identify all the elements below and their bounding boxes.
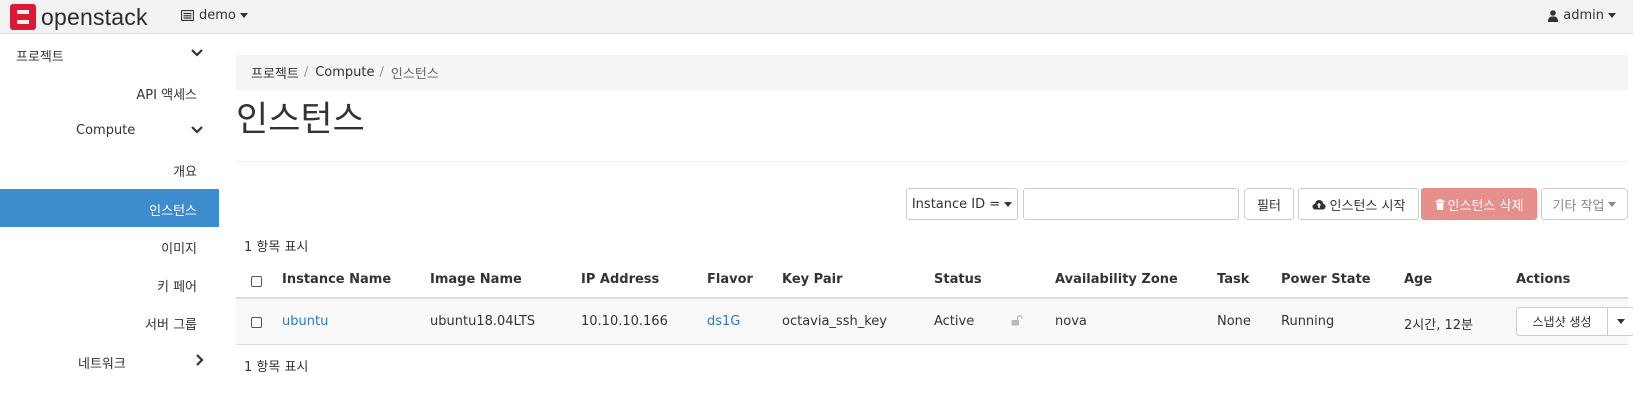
column-header: Actions	[1516, 272, 1571, 287]
create-snapshot-label: 스냅샷 생성	[1532, 315, 1592, 329]
caret-down-icon	[239, 13, 248, 18]
openstack-logo[interactable]: openstack	[10, 4, 148, 30]
column-header[interactable]: IP Address	[581, 272, 659, 287]
user-menu[interactable]: admin	[1548, 8, 1616, 23]
availability-zone-cell: nova	[1055, 314, 1087, 329]
status-cell: Active	[934, 314, 975, 329]
filter-field-select[interactable]: Instance ID =	[906, 188, 1018, 220]
item-count-bottom: 1 항목 표시	[244, 360, 309, 375]
sidebar-item-instances[interactable]: 인스턴스	[0, 189, 219, 227]
filter-input[interactable]	[1023, 188, 1239, 220]
table-row: ubuntu ubuntu18.04LTS 10.10.10.166 ds1G …	[236, 300, 1633, 345]
sidebar-item-label: 프로젝트	[16, 50, 64, 65]
trash-icon	[1435, 198, 1445, 210]
column-header[interactable]: Task	[1217, 272, 1249, 287]
breadcrumb-separator: /	[379, 65, 384, 80]
image-name-cell: ubuntu18.04LTS	[430, 314, 536, 329]
sidebar-item-label: API 액세스	[136, 88, 197, 103]
launch-instance-button[interactable]: 인스턴스 시작	[1298, 188, 1419, 220]
filter-field-label: Instance ID =	[911, 196, 1001, 212]
breadcrumb-item-project[interactable]: 프로젝트	[251, 63, 299, 82]
sidebar-item-label: 키 페어	[156, 280, 197, 295]
breadcrumb-item-current: 인스턴스	[390, 67, 439, 82]
column-header[interactable]: Image Name	[430, 272, 522, 287]
project-switcher[interactable]: demo	[181, 8, 248, 23]
age-cell: 2시간, 12분	[1404, 318, 1473, 333]
sidebar-group-compute[interactable]: Compute	[0, 112, 219, 150]
filter-button-label: 필터	[1257, 198, 1281, 214]
create-snapshot-button[interactable]: 스냅샷 생성	[1516, 307, 1608, 336]
openstack-logo-icon	[10, 4, 36, 30]
column-header[interactable]: Key Pair	[782, 272, 842, 287]
row-actions-dropdown[interactable]	[1608, 307, 1633, 336]
key-pair-cell: octavia_ssh_key	[782, 314, 887, 329]
power-state-cell: Running	[1281, 314, 1335, 329]
sidebar-item-images[interactable]: 이미지	[0, 227, 219, 265]
caret-down-icon	[1608, 13, 1616, 18]
row-checkbox[interactable]	[251, 317, 262, 328]
sidebar-item-api-access[interactable]: API 액세스	[0, 73, 219, 111]
column-header[interactable]: Status	[934, 272, 982, 287]
sidebar-item-label: 네트워크	[78, 357, 126, 372]
breadcrumb-item-compute[interactable]: Compute	[315, 65, 374, 80]
column-header[interactable]: Age	[1404, 272, 1432, 287]
sidebar-item-key-pairs[interactable]: 키 페어	[0, 265, 219, 303]
task-cell: None	[1217, 314, 1251, 329]
breadcrumb: 프로젝트 / Compute / 인스턴스	[236, 55, 1628, 90]
flavor-link[interactable]: ds1G	[707, 314, 740, 329]
sidebar-item-label: 서버 그룹	[145, 318, 197, 333]
sidebar-item-server-groups[interactable]: 서버 그룹	[0, 303, 219, 341]
sidebar-item-label: 개요	[173, 165, 197, 180]
item-count-top: 1 항목 표시	[244, 240, 309, 255]
more-actions-button[interactable]: 기타 작업	[1541, 188, 1628, 220]
project-list-icon	[181, 10, 194, 21]
breadcrumb-separator: /	[303, 65, 309, 80]
caret-down-icon	[1616, 319, 1625, 324]
column-header[interactable]: Power State	[1281, 272, 1371, 287]
sidebar-item-label: 이미지	[161, 242, 197, 257]
user-icon	[1548, 9, 1559, 22]
project-name: demo	[199, 8, 236, 23]
column-header[interactable]: Availability Zone	[1055, 272, 1178, 287]
caret-down-icon	[1608, 201, 1617, 207]
column-header[interactable]: Instance Name	[282, 272, 391, 287]
chevron-down-icon	[191, 126, 203, 134]
ip-address-cell: 10.10.10.166	[581, 314, 668, 329]
delete-instances-label: 인스턴스 삭제	[1447, 198, 1524, 214]
select-all-checkbox[interactable]	[251, 276, 262, 287]
cloud-upload-icon	[1312, 199, 1326, 209]
sidebar: 프로젝트 API 액세스 Compute 개요 인스턴스 이미지 키 페어 서버…	[0, 35, 219, 394]
filter-button[interactable]: 필터	[1244, 188, 1294, 220]
more-actions-label: 기타 작업	[1552, 198, 1605, 214]
sidebar-item-label: 인스턴스	[149, 204, 197, 219]
launch-instance-label: 인스턴스 시작	[1329, 198, 1406, 214]
chevron-right-icon	[196, 354, 204, 366]
sidebar-item-label: Compute	[76, 123, 136, 138]
brand-name: openstack	[41, 4, 148, 30]
user-name: admin	[1563, 8, 1604, 23]
caret-down-icon	[1004, 201, 1013, 207]
delete-instances-button[interactable]: 인스턴스 삭제	[1421, 188, 1537, 220]
table-header: Instance Name Image Name IP Address Flav…	[236, 263, 1628, 299]
column-header[interactable]: Flavor	[707, 272, 753, 287]
top-navbar: openstack demo admin	[0, 0, 1633, 34]
sidebar-section-project[interactable]: 프로젝트	[0, 35, 219, 73]
unlock-icon	[1011, 315, 1023, 326]
chevron-down-icon	[191, 49, 203, 57]
page-title: 인스턴스	[236, 100, 365, 140]
sidebar-group-network[interactable]: 네트워크	[0, 342, 219, 380]
sidebar-item-overview[interactable]: 개요	[0, 150, 219, 188]
title-divider	[236, 161, 1628, 162]
instance-name-link[interactable]: ubuntu	[282, 314, 328, 329]
